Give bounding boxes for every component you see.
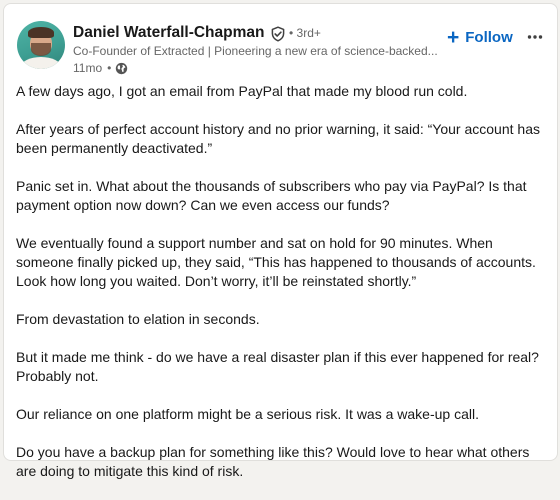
meta-separator: • — [107, 61, 112, 75]
avatar-hair — [28, 27, 54, 38]
post-paragraph: Do you have a backup plan for something … — [16, 444, 530, 479]
more-options-button[interactable] — [524, 26, 546, 48]
verified-shield-icon — [271, 26, 285, 42]
post-paragraph: Panic set in. What about the thousands o… — [16, 178, 527, 213]
connection-degree: • 3rd+ — [289, 26, 321, 40]
post-body: A few days ago, I got an email from PayP… — [16, 82, 551, 500]
post-paragraph: A few days ago, I got an email from PayP… — [16, 83, 468, 99]
author-headline: Co-Founder of Extracted | Pioneering a n… — [73, 44, 438, 58]
globe-icon — [116, 62, 128, 74]
follow-label: Follow — [465, 28, 513, 46]
post-paragraph: We eventually found a support number and… — [16, 235, 536, 289]
post-paragraph: But it made me think - do we have a real… — [16, 349, 539, 384]
author-avatar[interactable] — [17, 21, 65, 69]
follow-button[interactable]: + Follow — [447, 26, 513, 48]
post-paragraph: From devastation to elation in seconds. — [16, 311, 260, 327]
more-dots-icon — [527, 35, 543, 39]
post-card: Daniel Waterfall-Chapman • 3rd+ Co-Found… — [3, 3, 558, 479]
avatar-beard — [31, 43, 51, 56]
post-meta: 11mo • — [73, 60, 128, 76]
author-name[interactable]: Daniel Waterfall-Chapman — [73, 24, 265, 42]
post-paragraph: Our reliance on one platform might be a … — [16, 406, 479, 422]
plus-icon: + — [447, 25, 460, 49]
post-timestamp: 11mo — [73, 61, 103, 75]
post-paragraph: After years of perfect account history a… — [16, 121, 540, 156]
avatar-shirt — [21, 57, 61, 69]
